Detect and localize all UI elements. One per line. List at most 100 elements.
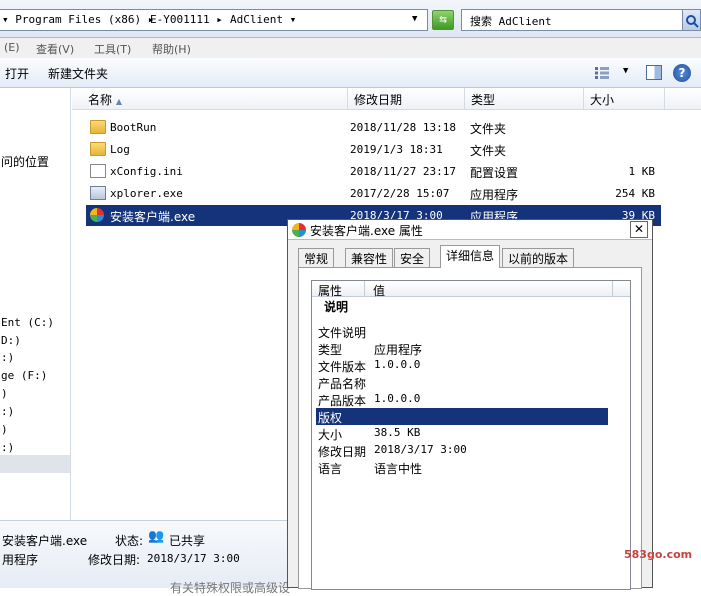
nav-drive-c[interactable]: Ent (C:)	[1, 316, 54, 329]
details-tab-panel: 属性 值 说明 文件说明 类型 应用程序 文件版本 1.0.0.0 产品名称 产品版…	[298, 267, 642, 590]
search-icon[interactable]	[683, 9, 701, 31]
property-value: 2018/3/17 3:00	[374, 443, 467, 456]
details-type: 用程序	[2, 553, 39, 567]
folder-icon	[90, 142, 106, 156]
file-row[interactable]: xConfig.ini 2018/11/27 23:17 配置设置 1 KB	[86, 161, 661, 182]
open-button[interactable]: 打开	[5, 65, 29, 82]
dialog-title: 安装客户端.exe 属性	[310, 224, 423, 238]
watermark-text: 583go.com	[624, 548, 693, 561]
property-key: 语言	[318, 462, 343, 476]
crumb-e-y001111[interactable]: E-Y001111 ▸	[150, 13, 223, 26]
file-name: BootRun	[110, 121, 157, 134]
tab-compatibility[interactable]: 兼容性	[345, 248, 394, 267]
tab-security[interactable]: 安全	[394, 248, 431, 267]
details-state-value: 已共享	[169, 534, 206, 548]
file-name: xConfig.ini	[110, 165, 183, 178]
nav-drive-e[interactable]: :)	[1, 351, 14, 364]
column-headers: 名称 ▲ 修改日期 类型 大小	[72, 88, 701, 110]
property-row[interactable]: 类型 应用程序	[316, 340, 608, 357]
property-row[interactable]: 大小 38.5 KB	[316, 425, 608, 442]
section-description: 说明	[324, 300, 349, 314]
properties-dialog: 安装客户端.exe 属性 ✕ 常规 兼容性 安全 详细信息 以前的版本 属性 值…	[287, 219, 653, 590]
header-value[interactable]: 值	[373, 282, 385, 299]
file-name: 安装客户端.exe	[110, 210, 196, 224]
property-value: 1.0.0.0	[374, 392, 421, 405]
crumb-adclient[interactable]: AdClient ▾	[230, 13, 296, 26]
property-row[interactable]: 语言 语言中性	[316, 459, 608, 476]
property-list-header: 属性 值	[312, 281, 630, 299]
menu-tools[interactable]: 工具(T)	[94, 41, 131, 57]
file-date: 2017/2/28 15:07	[350, 187, 450, 200]
property-list[interactable]: 属性 值 说明 文件说明 类型 应用程序 文件版本 1.0.0.0 产品名称 产品版…	[311, 280, 631, 590]
file-date: 2019/1/3 18:31	[350, 143, 443, 156]
column-date-label: 修改日期	[354, 93, 403, 107]
tab-details[interactable]: 详细信息	[440, 245, 501, 268]
help-icon[interactable]: ?	[673, 64, 691, 82]
file-date: 2018/11/27 23:17	[350, 165, 456, 178]
property-value: 38.5 KB	[374, 426, 421, 439]
property-key: 类型	[318, 343, 343, 357]
file-type: 配置设置	[470, 166, 519, 180]
new-folder-button[interactable]: 新建文件夹	[48, 65, 108, 82]
nav-selection-highlight	[0, 455, 70, 473]
address-box[interactable]: ▾ Program Files (x86) ▸ E-Y001111 ▸ AdCl…	[0, 9, 428, 31]
column-date[interactable]: 修改日期	[348, 88, 465, 110]
property-row[interactable]: 文件版本 1.0.0.0	[316, 357, 608, 374]
nav-recent-places[interactable]: 问的位置	[1, 153, 49, 170]
property-row-selected[interactable]: 版权	[316, 408, 608, 425]
close-icon[interactable]: ✕	[630, 221, 648, 238]
search-placeholder: 搜索 AdClient	[470, 15, 552, 28]
property-row[interactable]: 修改日期 2018/3/17 3:00	[316, 442, 608, 459]
nav-drive-d[interactable]: D:)	[1, 334, 21, 347]
application-icon	[90, 186, 106, 200]
menu-edit[interactable]: (E)	[4, 41, 20, 54]
property-key: 产品版本	[318, 394, 367, 408]
property-row[interactable]: 文件说明	[316, 323, 608, 340]
dialog-titlebar[interactable]: 安装客户端.exe 属性	[288, 220, 652, 240]
file-name: Log	[110, 143, 130, 156]
view-options-icon[interactable]	[595, 67, 609, 79]
column-name[interactable]: 名称 ▲	[82, 88, 348, 110]
property-key: 文件说明	[318, 326, 367, 340]
file-row[interactable]: Log 2019/1/3 18:31 文件夹	[86, 139, 661, 160]
property-row[interactable]: 产品版本 1.0.0.0	[316, 391, 608, 408]
details-modified-value: 2018/3/17 3:00	[147, 552, 240, 565]
file-type: 应用程序	[470, 188, 519, 202]
nav-drive-j[interactable]: :)	[1, 441, 14, 454]
search-input[interactable]: 搜索 AdClient	[461, 9, 683, 31]
view-dropdown-icon[interactable]: ▼	[623, 66, 628, 76]
folder-icon	[90, 120, 106, 134]
menu-bar: (E) 查看(V) 工具(T) 帮助(H)	[0, 38, 701, 58]
file-row[interactable]: xplorer.exe 2017/2/28 15:07 应用程序 254 KB	[86, 183, 661, 204]
header-property[interactable]: 属性	[318, 282, 342, 299]
property-value: 1.0.0.0	[374, 358, 421, 371]
column-type[interactable]: 类型	[465, 88, 584, 110]
file-size: 1 KB	[628, 165, 656, 178]
details-modified-label: 修改日期:	[88, 553, 141, 567]
file-type: 文件夹	[470, 122, 507, 136]
tab-general[interactable]: 常规	[298, 248, 335, 267]
nav-drive-h[interactable]: :)	[1, 405, 14, 418]
address-bar-row: ▾ Program Files (x86) ▸ E-Y001111 ▸ AdCl…	[0, 0, 701, 38]
nav-drive-g[interactable]: )	[1, 387, 8, 400]
property-key: 版权	[318, 411, 343, 425]
nav-drive-f[interactable]: ge (F:)	[1, 369, 47, 382]
column-size[interactable]: 大小	[584, 88, 665, 110]
menu-help[interactable]: 帮助(H)	[152, 41, 191, 57]
crumb-program-files[interactable]: ▾ Program Files (x86) ▸	[2, 13, 154, 26]
tab-previous-versions[interactable]: 以前的版本	[502, 248, 575, 267]
shared-users-icon: 👥	[148, 529, 165, 544]
property-row[interactable]: 产品名称	[316, 374, 608, 391]
nav-drive-i[interactable]: )	[1, 423, 8, 436]
refresh-icon[interactable]: ⇆	[432, 10, 454, 30]
file-name: xplorer.exe	[110, 187, 183, 200]
sort-ascending-icon: ▲	[115, 97, 122, 106]
preview-pane-icon[interactable]	[646, 65, 662, 80]
toolbar: 打开 新建文件夹 ▼ ?	[0, 58, 701, 88]
file-row[interactable]: BootRun 2018/11/28 13:18 文件夹	[86, 117, 661, 138]
details-state-label: 状态:	[115, 534, 144, 548]
menu-view[interactable]: 查看(V)	[36, 41, 74, 57]
address-dropdown-icon[interactable]: ▼	[412, 14, 417, 24]
property-value: 应用程序	[374, 343, 423, 357]
column-type-label: 类型	[471, 93, 496, 107]
